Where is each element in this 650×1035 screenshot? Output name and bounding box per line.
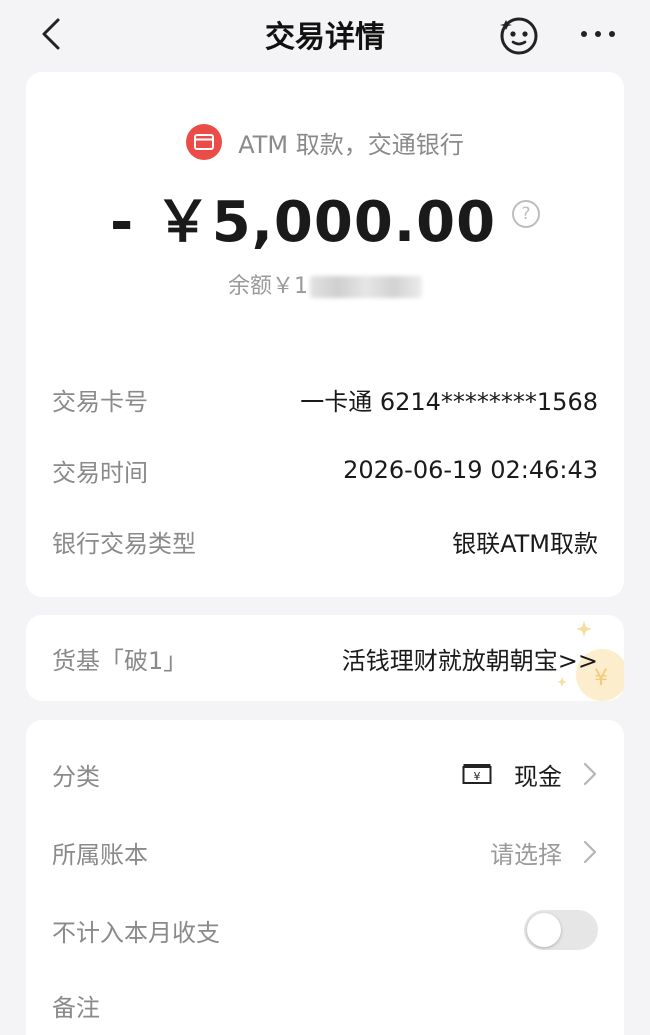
detail-label: 交易时间 — [52, 458, 148, 487]
note-row[interactable]: 备注 — [52, 985, 598, 1025]
more-icon[interactable] — [578, 22, 618, 46]
chevron-right-icon — [583, 762, 597, 786]
cash-icon: ¥ — [462, 764, 492, 784]
chevron-right-icon — [583, 840, 597, 864]
category-label: 分类 — [52, 762, 100, 791]
category-value: 现金 — [514, 762, 562, 791]
promo-label: 货基「破1」 — [52, 646, 188, 675]
source-text: ATM 取款，交通银行 — [238, 130, 464, 159]
bot-face-icon[interactable] — [498, 14, 540, 56]
svg-text:¥: ¥ — [474, 770, 481, 783]
bank-card-icon — [186, 124, 223, 160]
detail-row-time: 交易时间 2026-06-19 02:46:43 — [52, 450, 598, 490]
promo-row[interactable]: 货基「破1」 活钱理财就放朝朝宝>> — [52, 638, 598, 678]
detail-label: 银行交易类型 — [52, 529, 196, 558]
detail-value: 银联ATM取款 — [452, 529, 598, 558]
book-placeholder: 请选择 — [490, 840, 562, 869]
detail-label: 交易卡号 — [52, 387, 148, 416]
transaction-amount: - ￥5,000.00 — [109, 189, 497, 255]
book-value-group[interactable]: 请选择 — [490, 835, 598, 870]
exclude-toggle[interactable] — [524, 910, 598, 950]
page-title: 交易详情 — [265, 20, 385, 55]
note-label: 备注 — [52, 993, 100, 1022]
transaction-card: ATM 取款，交通银行 - ￥5,000.00 ? 余额￥1 交易卡号 一卡通 … — [26, 72, 624, 597]
category-value-group[interactable]: ¥ 现金 — [462, 757, 598, 792]
promo-link[interactable]: 活钱理财就放朝朝宝>> — [342, 641, 598, 676]
transaction-source: ATM 取款，交通银行 — [26, 122, 624, 162]
balance-masked — [310, 276, 422, 298]
book-row[interactable]: 所属账本 请选择 — [52, 832, 598, 872]
toggle-knob — [527, 913, 561, 947]
balance-value: 1 — [294, 274, 308, 299]
detail-row-card-number: 交易卡号 一卡通 6214********1568 — [52, 379, 598, 419]
amount-row: - ￥5,000.00 ? — [26, 182, 624, 255]
help-icon[interactable]: ? — [512, 200, 541, 228]
balance-label: 余额￥ — [227, 274, 294, 299]
top-nav-bar: 交易详情 — [0, 0, 650, 66]
detail-value: 一卡通 6214********1568 — [300, 387, 598, 416]
detail-value: 2026-06-19 02:46:43 — [343, 456, 598, 484]
exclude-row: 不计入本月收支 — [52, 910, 598, 950]
settings-card: 分类 ¥ 现金 所属账本 请选择 不计入本月收支 备注 — [26, 720, 624, 1035]
promo-card[interactable]: ¥ 货基「破1」 活钱理财就放朝朝宝>> — [26, 615, 624, 701]
detail-row-type: 银行交易类型 银联ATM取款 — [52, 521, 598, 561]
balance: 余额￥1 — [26, 268, 624, 300]
category-row[interactable]: 分类 ¥ 现金 — [52, 754, 598, 794]
exclude-label: 不计入本月收支 — [52, 918, 220, 947]
book-label: 所属账本 — [52, 840, 148, 869]
